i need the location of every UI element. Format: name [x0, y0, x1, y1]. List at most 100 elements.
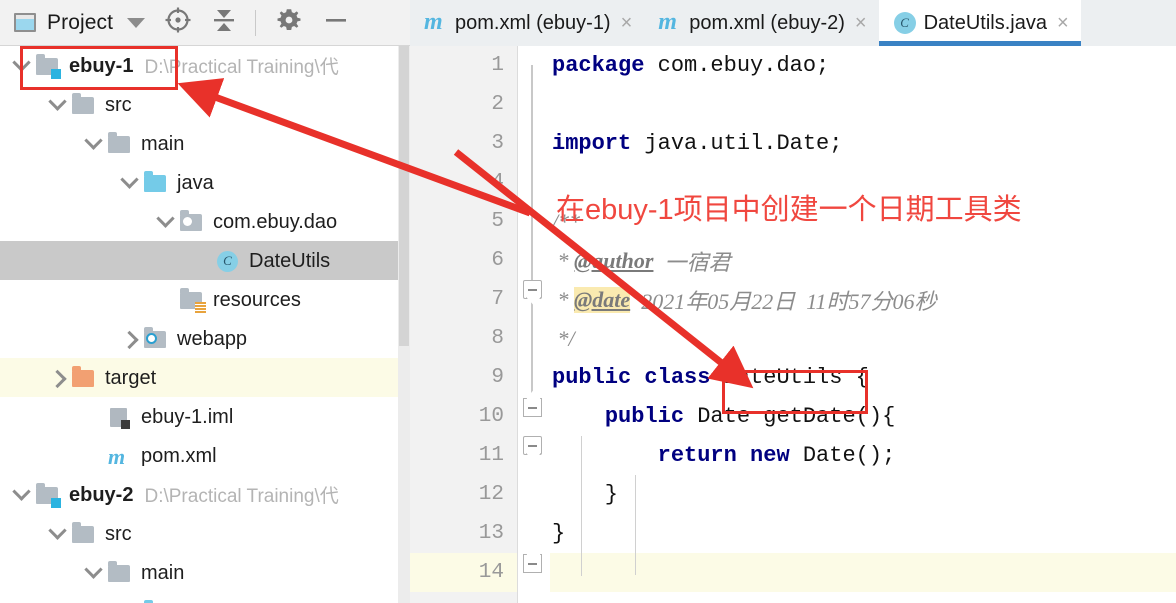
tree-row-dateutils[interactable]: C DateUtils — [0, 241, 398, 280]
editor-tab-pom-xml-ebuy-2-[interactable]: m pom.xml (ebuy-2) × — [644, 0, 878, 46]
code-line-2[interactable] — [550, 85, 1176, 124]
editor-tabbar[interactable]: m pom.xml (ebuy-1) × m pom.xml (ebuy-2) × C Dat… — [410, 0, 1176, 46]
tree-row-src[interactable]: src — [0, 514, 398, 553]
excluded-folder-icon — [70, 365, 96, 389]
fold-marker-method-open[interactable] — [523, 436, 542, 455]
editor-tab-dateutils-java[interactable]: C DateUtils.java × — [878, 0, 1081, 46]
project-window-icon[interactable] — [14, 13, 36, 32]
close-icon[interactable]: × — [621, 13, 633, 33]
chevron-right-icon[interactable] — [116, 592, 142, 603]
code-line-13[interactable]: } — [550, 514, 1176, 553]
code-line-7[interactable]: * @date 2021年05月22日 11时57分06秒 — [550, 280, 1176, 319]
tree-row-ebuy-1-iml[interactable]: ebuy-1.iml — [0, 397, 398, 436]
chevron-glyph — [119, 330, 139, 350]
locate-icon[interactable] — [164, 6, 192, 39]
module-folder-icon — [34, 482, 61, 508]
code-line-1[interactable]: package com.ebuy.dao; — [550, 46, 1176, 85]
tree-row-src[interactable]: src — [0, 85, 398, 124]
chevron-glyph — [83, 131, 103, 150]
editor-tab-label: pom.xml (ebuy-1) — [455, 11, 611, 34]
chevron-down-icon[interactable] — [80, 124, 106, 163]
ide-window: Project ebuy-1 D:\Practical Training\代 s… — [0, 0, 1176, 603]
chevron-right-icon[interactable] — [44, 358, 70, 397]
code-token: Date getDate(){ — [684, 404, 896, 429]
chevron-down-icon[interactable] — [8, 46, 34, 85]
code-content[interactable]: package com.ebuy.dao; import java.util.Da… — [550, 46, 1176, 603]
tree-row-main[interactable]: main — [0, 553, 398, 592]
tree-row-ebuy-2[interactable]: ebuy-2 D:\Practical Training\代 — [0, 475, 398, 514]
editor-tab-pom-xml-ebuy-1-[interactable]: m pom.xml (ebuy-1) × — [410, 0, 644, 46]
code-line-10[interactable]: public Date getDate(){ — [550, 397, 1176, 436]
tree-arrow-none — [80, 397, 106, 436]
minimize-icon[interactable] — [322, 6, 350, 39]
code-line-6[interactable]: * @author 一宿君 — [550, 241, 1176, 280]
close-icon[interactable]: × — [1057, 13, 1069, 33]
tree-item-label: resources — [213, 288, 301, 311]
iml-file-icon — [106, 406, 132, 429]
tree-item-label: ebuy-1 — [69, 54, 134, 77]
code-line-4[interactable] — [550, 163, 1176, 202]
code-token: public — [604, 404, 685, 429]
chevron-down-icon[interactable] — [44, 85, 70, 124]
close-icon[interactable]: × — [855, 13, 867, 33]
chevron-glyph — [47, 521, 67, 540]
chevron-down-icon[interactable] — [44, 514, 70, 553]
tree-row-java[interactable]: java — [0, 163, 398, 202]
tree-item-label: ebuy-2 — [69, 483, 134, 506]
chevron-down-icon[interactable] — [8, 475, 34, 514]
line-number: 2 — [491, 93, 504, 116]
chevron-down-icon[interactable] — [116, 163, 142, 202]
code-line-12[interactable]: } — [550, 475, 1176, 514]
collapse-all-icon[interactable] — [211, 6, 237, 39]
chevron-down-icon[interactable] — [152, 202, 178, 241]
tree-row-main[interactable]: main — [0, 124, 398, 163]
fold-marker-close[interactable] — [523, 398, 542, 417]
maven-file-icon: m — [108, 443, 126, 469]
editor-tab-label: DateUtils.java — [923, 11, 1047, 34]
code-line-9[interactable]: public class DateUtils { — [550, 358, 1176, 397]
code-line-14[interactable] — [550, 553, 1176, 592]
tree-row-resources[interactable]: resources — [0, 280, 398, 319]
fold-marker-open[interactable] — [523, 280, 542, 299]
project-panel-title: Project — [47, 10, 114, 34]
chevron-right-icon[interactable] — [116, 319, 142, 358]
code-fold-column[interactable] — [518, 46, 550, 603]
tree-item-label: pom.xml — [141, 444, 217, 467]
sidebar-scrollbar[interactable] — [398, 46, 410, 603]
code-line-8[interactable]: */ — [550, 319, 1176, 358]
project-tree[interactable]: ebuy-1 D:\Practical Training\代 src main java… — [0, 46, 398, 603]
folder-icon — [106, 131, 132, 155]
tree-row-com-ebuy-dao[interactable]: com.ebuy.dao — [0, 202, 398, 241]
tree-row-webapp[interactable]: webapp — [0, 319, 398, 358]
tree-row-java[interactable]: java — [0, 592, 398, 603]
java-class-icon: C — [214, 250, 240, 272]
line-number: 11 — [478, 444, 504, 467]
code-line-3[interactable]: import java.util.Date; — [550, 124, 1176, 163]
line-number: 13 — [478, 522, 504, 545]
code-token: @author — [574, 247, 654, 273]
tree-item-label: main — [141, 132, 185, 155]
tree-row-ebuy-1[interactable]: ebuy-1 D:\Practical Training\代 — [0, 46, 398, 85]
code-token: com.ebuy.dao; — [644, 53, 830, 78]
sidebar-scroll-thumb[interactable] — [399, 46, 409, 346]
tree-item-label: main — [141, 561, 185, 584]
code-line-11[interactable]: return new Date(); — [550, 436, 1176, 475]
line-number-gutter: 1 2 3 4 5 6 7 8 9 10 11 12 13 14 — [410, 46, 518, 603]
chevron-down-icon[interactable] — [127, 17, 146, 28]
tree-item-label: DateUtils — [249, 249, 331, 272]
tree-item-label: target — [105, 366, 157, 389]
code-line-5[interactable]: /** — [550, 202, 1176, 241]
code-token: 一宿君 — [653, 249, 731, 275]
chevron-down-icon[interactable] — [80, 553, 106, 592]
code-token: @date — [574, 286, 631, 313]
tree-row-pom-xml[interactable]: m pom.xml — [0, 436, 398, 475]
source-folder-icon — [142, 170, 168, 194]
tree-row-target[interactable]: target — [0, 358, 398, 397]
settings-gear-icon[interactable] — [275, 6, 303, 39]
fold-marker-method-close[interactable] — [523, 554, 542, 573]
line-number: 3 — [491, 132, 504, 155]
line-number: 14 — [410, 553, 517, 592]
tree-item-label: src — [105, 93, 132, 116]
tree-arrow-none — [80, 436, 106, 475]
